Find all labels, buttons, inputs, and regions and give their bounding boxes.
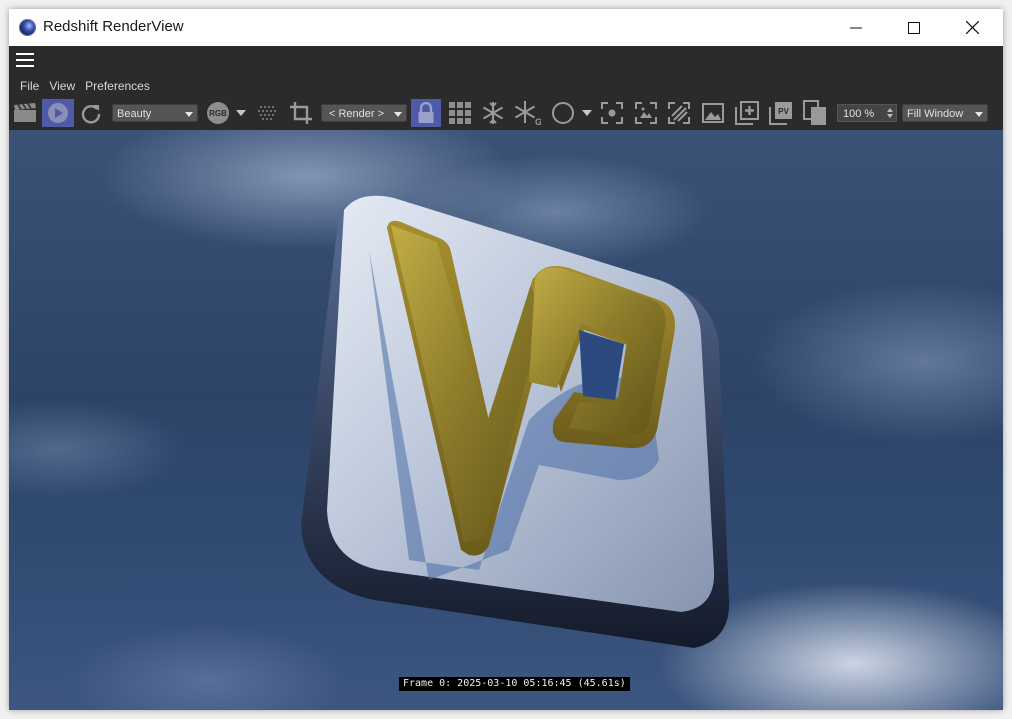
freeze-button[interactable] <box>479 99 507 127</box>
picture-viewer-button[interactable]: PV <box>768 99 794 127</box>
add-snapshot-icon <box>735 101 759 125</box>
region-render-button[interactable] <box>633 99 659 127</box>
focus-button[interactable] <box>599 99 625 127</box>
grid-button[interactable] <box>446 99 474 127</box>
grid-icon <box>449 102 471 124</box>
snowflake-icon <box>482 102 504 124</box>
dither-icon <box>258 106 276 120</box>
clapperboard-icon <box>14 103 36 122</box>
render-image <box>301 195 730 648</box>
maximize-button[interactable] <box>885 9 943 46</box>
circle-dropdown-arrow[interactable] <box>581 99 593 127</box>
renderview-window: Redshift RenderView File View Preference… <box>9 9 1003 710</box>
snowflake-g-icon: G <box>514 101 541 126</box>
chevron-down-icon <box>582 110 592 116</box>
image-icon <box>702 103 724 123</box>
aov-select-value: Beauty <box>117 108 152 120</box>
aov-select[interactable]: Beauty <box>112 104 198 122</box>
zoom-value: 100 % <box>843 108 875 120</box>
rgb-icon: RGB <box>207 102 229 124</box>
circle-icon <box>552 102 574 124</box>
spinner-arrows-icon[interactable] <box>887 107 893 119</box>
camera-select-value: < Render > <box>329 108 385 120</box>
zoom-input[interactable]: 100 % <box>837 104 897 122</box>
add-snapshot-button[interactable] <box>734 99 760 127</box>
copy-icon <box>803 100 826 125</box>
fit-mode-value: Fill Window <box>907 108 964 120</box>
title-bar: Redshift RenderView <box>9 9 1003 46</box>
menu-file[interactable]: File <box>15 78 44 94</box>
close-icon <box>965 21 979 34</box>
play-icon <box>48 103 68 123</box>
fit-mode-select[interactable]: Fill Window <box>902 104 988 122</box>
freeze-geometry-button[interactable]: G <box>512 99 542 127</box>
hamburger-menu-icon[interactable] <box>16 53 34 67</box>
refresh-icon <box>81 105 101 124</box>
focus-icon <box>601 102 623 124</box>
dither-button[interactable] <box>255 99 279 127</box>
frame-info-label: Frame 0: 2025-03-10 05:16:45 (45.61s) <box>399 677 630 691</box>
render-sequence-button[interactable] <box>11 99 39 127</box>
camera-select[interactable]: < Render > <box>321 104 407 122</box>
hatch-button[interactable] <box>666 99 692 127</box>
lock-icon <box>418 102 434 123</box>
menu-preferences[interactable]: Preferences <box>80 78 155 94</box>
window-title: Redshift RenderView <box>43 18 184 35</box>
pv-icon: PV <box>769 102 792 125</box>
refresh-button[interactable] <box>78 99 104 127</box>
rgb-dropdown-arrow[interactable] <box>235 99 247 127</box>
save-image-button[interactable] <box>700 99 726 127</box>
maximize-icon <box>908 21 920 34</box>
g-label: G <box>535 117 541 126</box>
lock-button[interactable] <box>411 99 441 127</box>
menu-bar: File View Preferences <box>15 78 155 94</box>
render-viewport[interactable]: Frame 0: 2025-03-10 05:16:45 (45.61s) <box>9 130 1003 710</box>
pv-label: PV <box>778 107 789 116</box>
copy-button[interactable] <box>802 99 828 127</box>
menu-header <box>9 46 1003 74</box>
menu-view[interactable]: View <box>44 78 80 94</box>
rgb-channel-button[interactable]: RGB <box>205 99 231 127</box>
crop-icon <box>290 102 312 124</box>
region-icon <box>635 102 657 124</box>
chevron-down-icon <box>236 110 246 116</box>
crop-button[interactable] <box>286 99 316 127</box>
rgb-label: RGB <box>209 109 227 118</box>
minimize-button[interactable] <box>827 9 885 46</box>
circle-button[interactable] <box>549 99 577 127</box>
start-render-button[interactable] <box>42 99 74 127</box>
close-button[interactable] <box>943 9 1001 46</box>
minimize-icon <box>850 27 862 28</box>
toolbar: Beauty RGB < Render > G PV 100 % Fill Wi… <box>9 96 1003 130</box>
cinema4d-app-icon <box>19 19 36 36</box>
hatch-icon <box>668 102 690 124</box>
